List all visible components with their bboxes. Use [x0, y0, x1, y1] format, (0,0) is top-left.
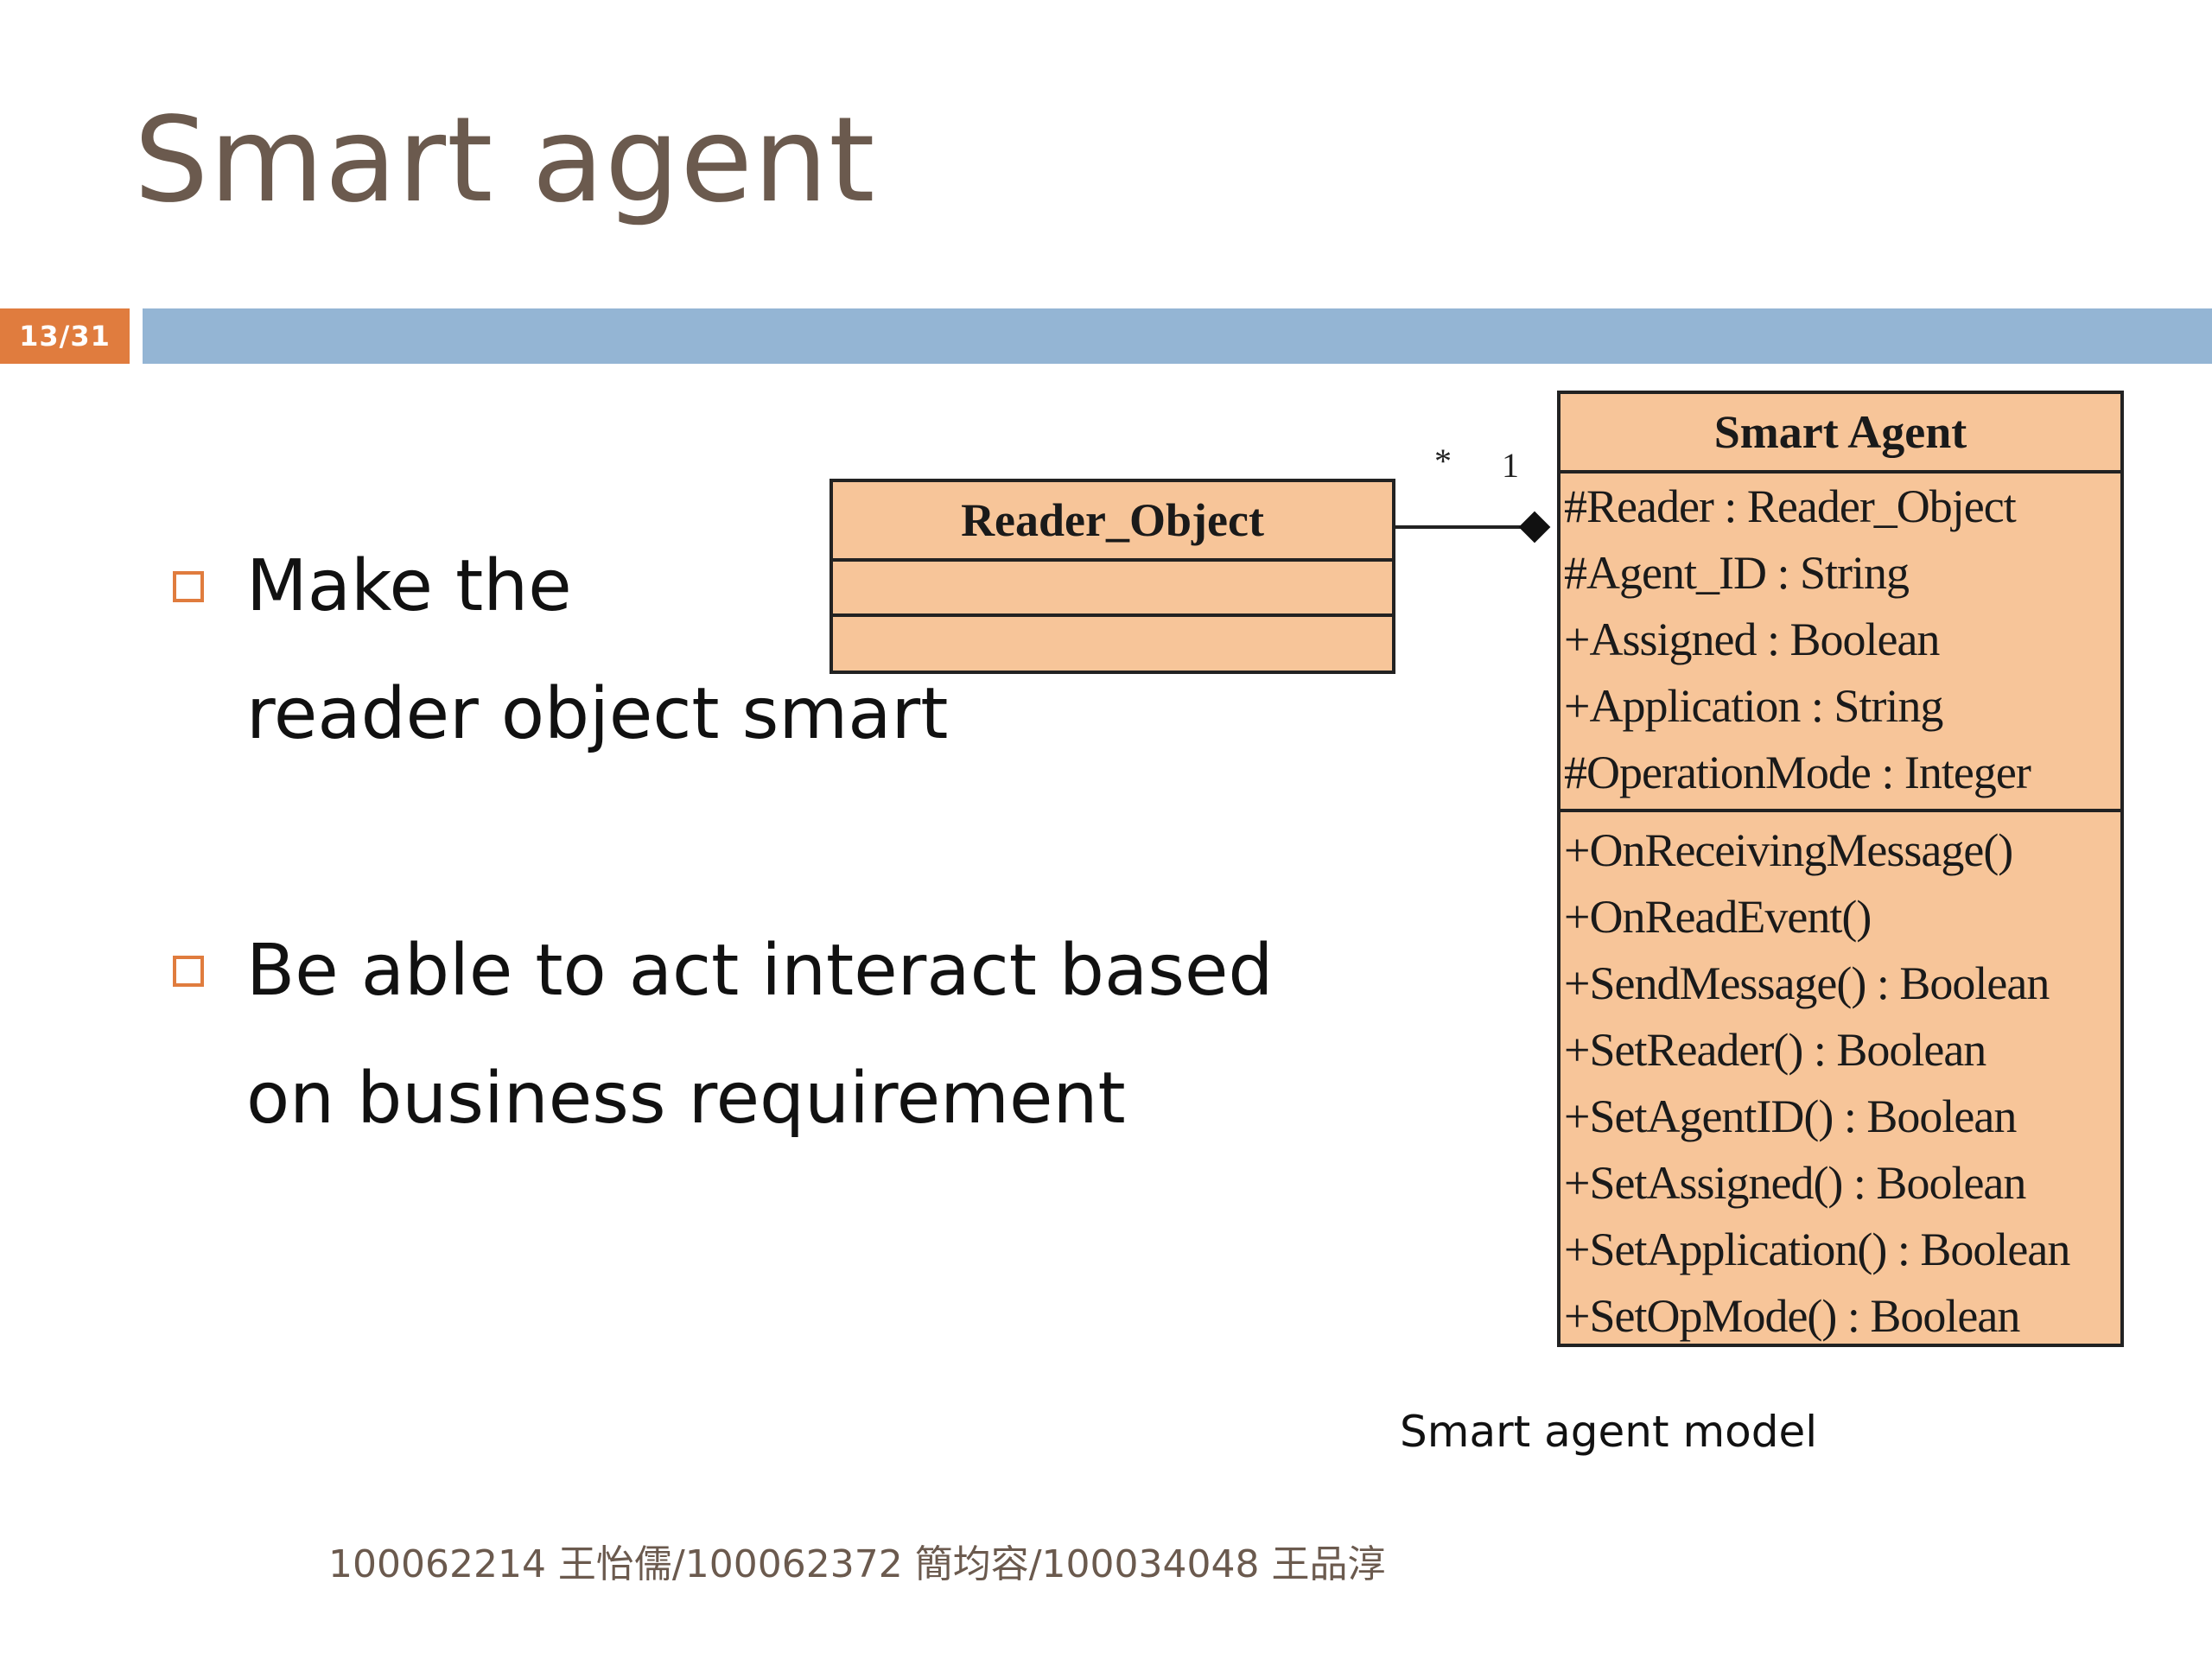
attribute-row: +Application : String — [1564, 680, 1943, 732]
attribute-row: +Assigned : Boolean — [1564, 613, 1940, 665]
operation-row: +OnReceivingMessage() — [1564, 824, 2013, 876]
smart-agent-operations: +OnReceivingMessage() +OnReadEvent() +Se… — [1560, 809, 2120, 1350]
reader-object-attributes — [833, 558, 1392, 613]
attribute-row: #Agent_ID : String — [1564, 547, 1910, 599]
page-indicator: 13/31 — [0, 308, 130, 364]
reader-object-operations — [833, 613, 1392, 671]
operation-row: +SetOpMode() : Boolean — [1564, 1290, 2020, 1342]
attribute-row: #Reader : Reader_Object — [1564, 480, 2017, 532]
title-divider-bar — [143, 308, 2212, 364]
reader-object-class: Reader_Object — [830, 479, 1395, 674]
operation-row: +SetAssigned() : Boolean — [1564, 1157, 2026, 1209]
smart-agent-class-name: Smart Agent — [1713, 406, 1967, 458]
bullet-2-line-1: Be able to act interact based — [246, 930, 1274, 1012]
bullet-text-2: Be able to act interact based on busines… — [246, 907, 1339, 1163]
operation-row: +SetAgentID() : Boolean — [1564, 1090, 2017, 1142]
operation-row: +SetReader() : Boolean — [1564, 1024, 1986, 1076]
multiplicity-agent: 1 — [1502, 446, 1519, 485]
bullet-2-line-2: on business requirement — [246, 1058, 1126, 1140]
smart-agent-class: Smart Agent #Reader : Reader_Object #Age… — [1557, 391, 2124, 1347]
bullet-item-2: Be able to act interact based on busines… — [173, 907, 1339, 1163]
slide-title: Smart agent — [134, 92, 876, 229]
operation-row: +SetApplication() : Boolean — [1564, 1224, 2070, 1275]
bullet-square-icon — [173, 571, 204, 602]
operation-row: +OnReadEvent() — [1564, 891, 1872, 943]
attribute-row: #OperationMode : Integer — [1564, 747, 2031, 798]
diagram-caption: Smart agent model — [1400, 1407, 1818, 1457]
operation-row: +SendMessage() : Boolean — [1564, 957, 2050, 1009]
multiplicity-reader: * — [1434, 442, 1452, 480]
composition-diamond-icon — [1518, 511, 1551, 543]
bullet-square-icon — [173, 956, 204, 987]
footer-authors: 100062214 王怡儒/100062372 簡均容/100034048 王品… — [328, 1542, 1386, 1586]
smart-agent-attributes: #Reader : Reader_Object #Agent_ID : Stri… — [1560, 470, 2120, 809]
reader-object-class-name: Reader_Object — [961, 494, 1264, 546]
